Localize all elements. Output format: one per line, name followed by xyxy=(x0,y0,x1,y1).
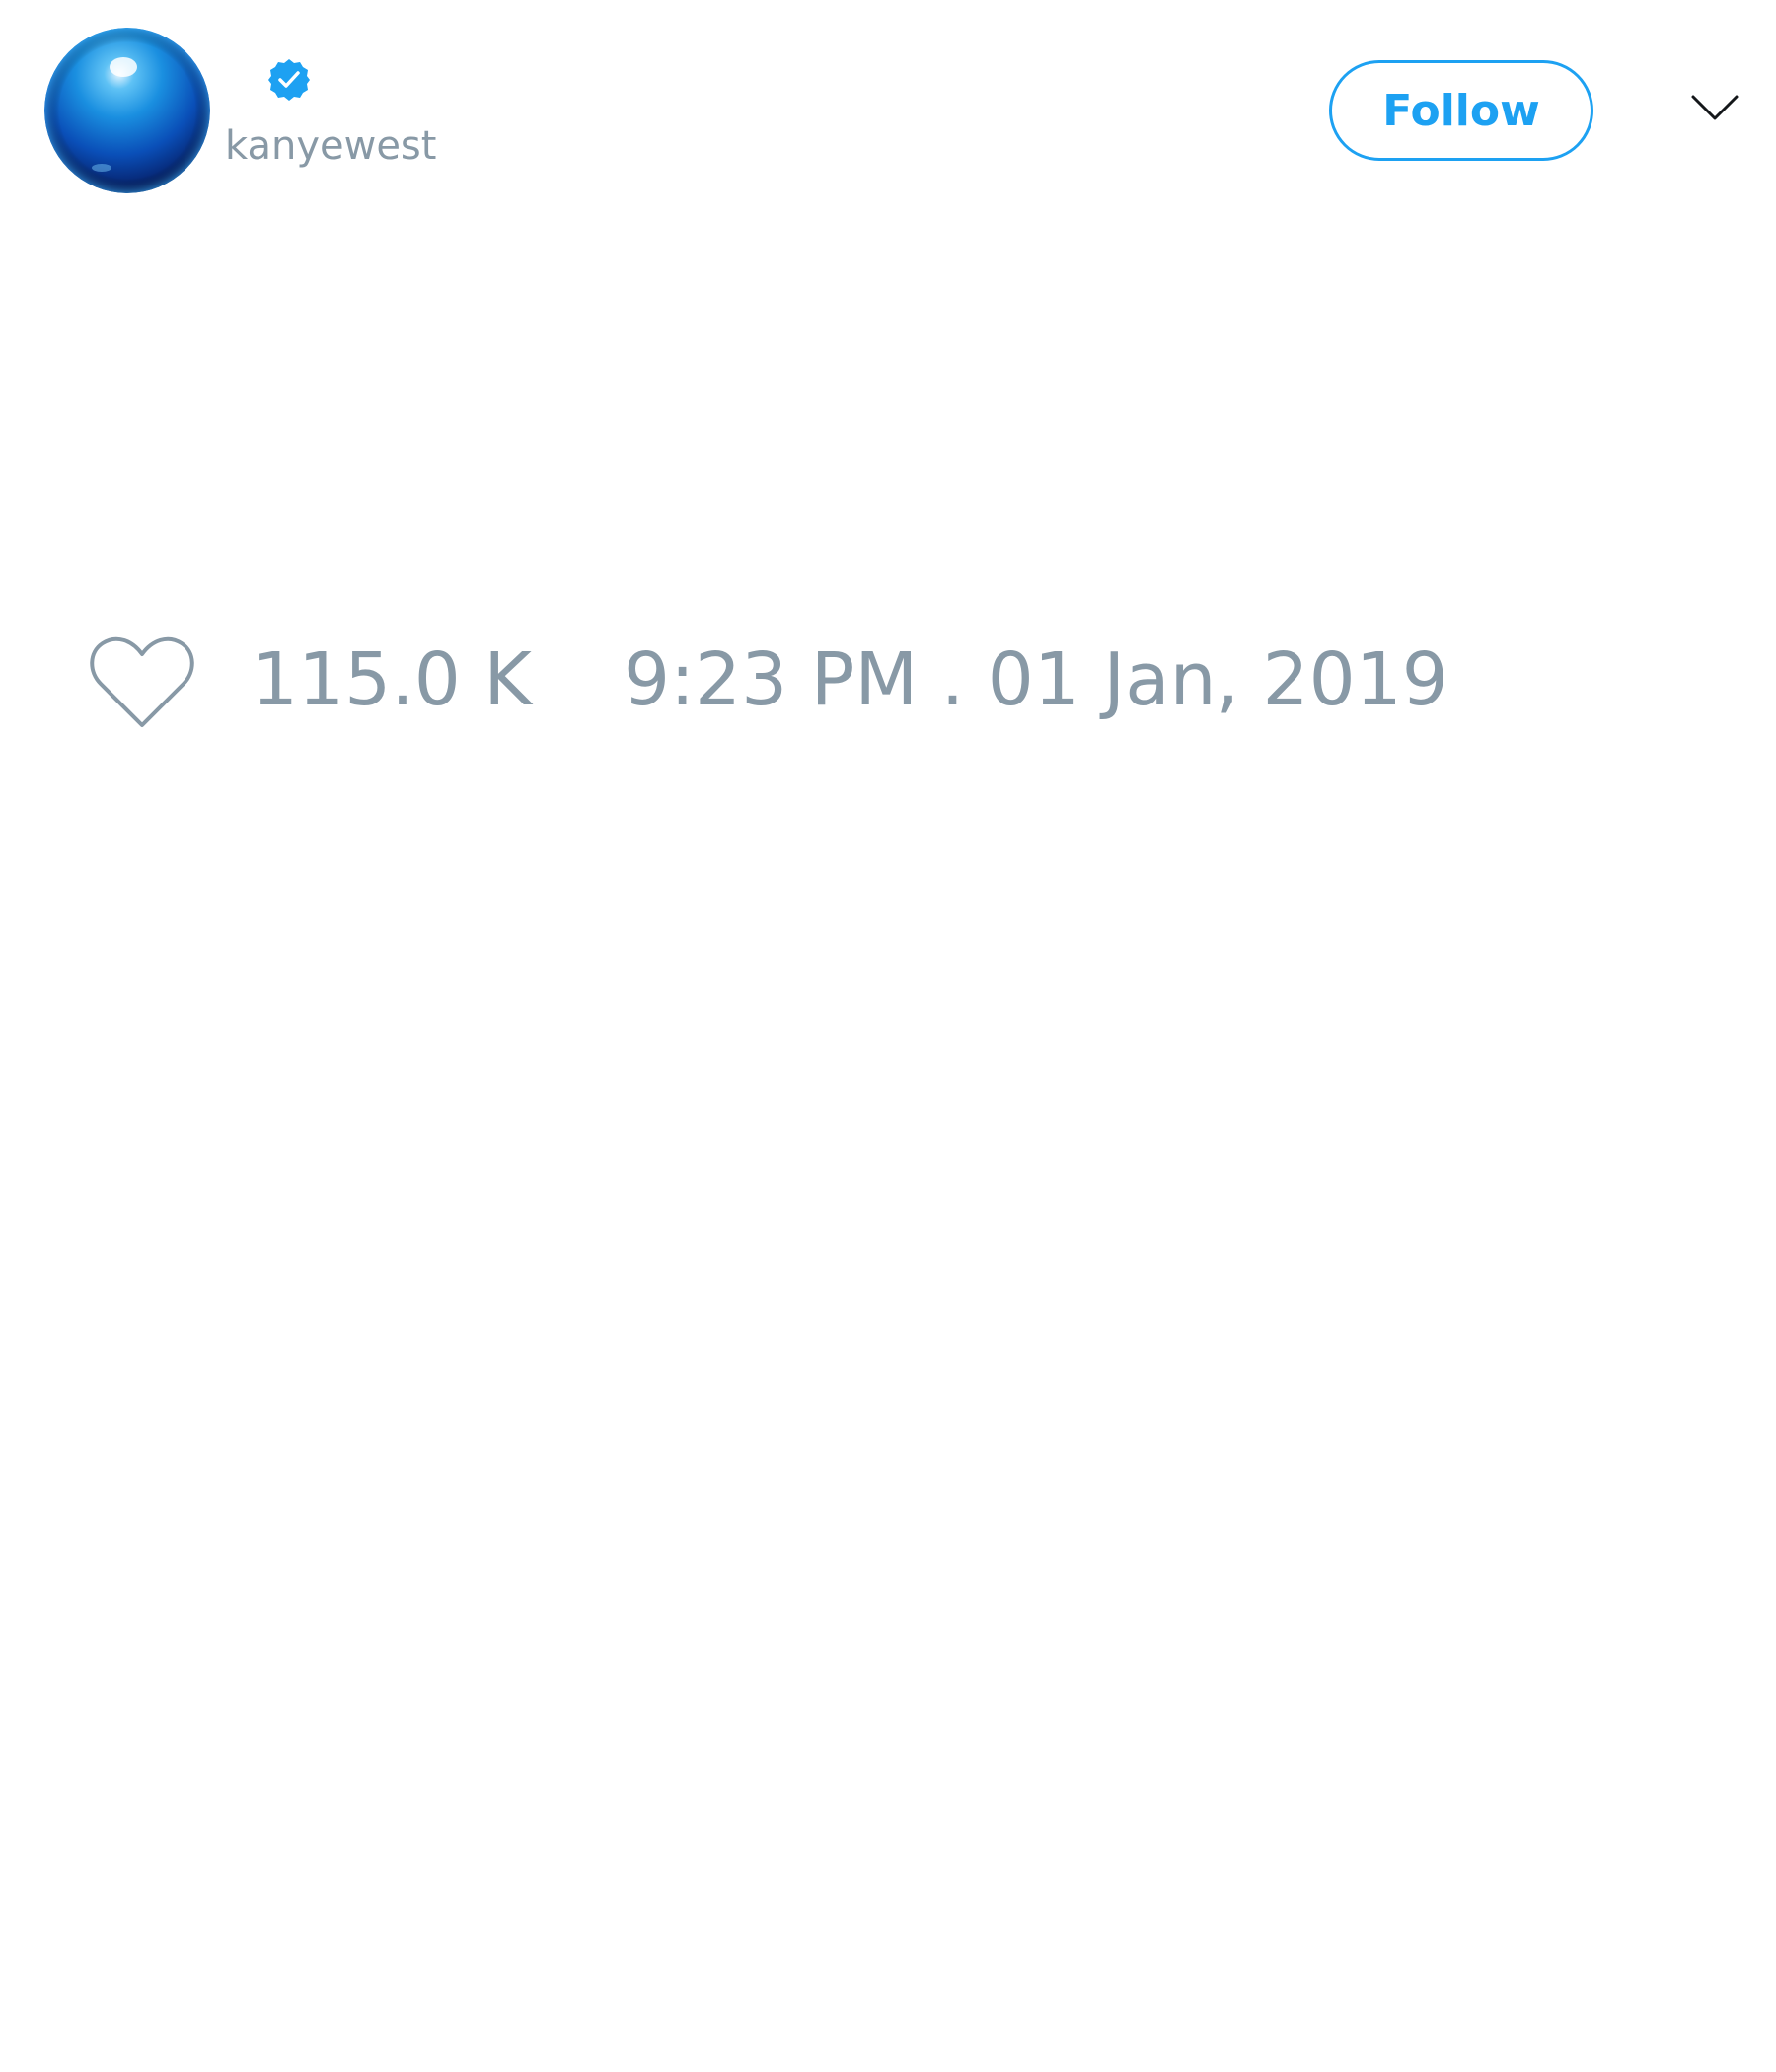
author-handle[interactable]: kanyewest xyxy=(225,126,436,166)
tweet-card: kanyewest Follow 115.0 K 9:23 PM . 01 Ja… xyxy=(0,0,1776,2072)
like-count: 115.0 K xyxy=(252,637,532,722)
avatar[interactable] xyxy=(44,28,210,193)
verified-badge-icon xyxy=(266,57,312,103)
chevron-down-icon[interactable] xyxy=(1690,93,1739,122)
heart-icon[interactable] xyxy=(89,636,195,729)
tweet-timestamp[interactable]: 9:23 PM . 01 Jan, 2019 xyxy=(624,643,1448,716)
blue-sphere-avatar-icon xyxy=(44,28,210,193)
follow-button[interactable]: Follow xyxy=(1329,60,1593,161)
